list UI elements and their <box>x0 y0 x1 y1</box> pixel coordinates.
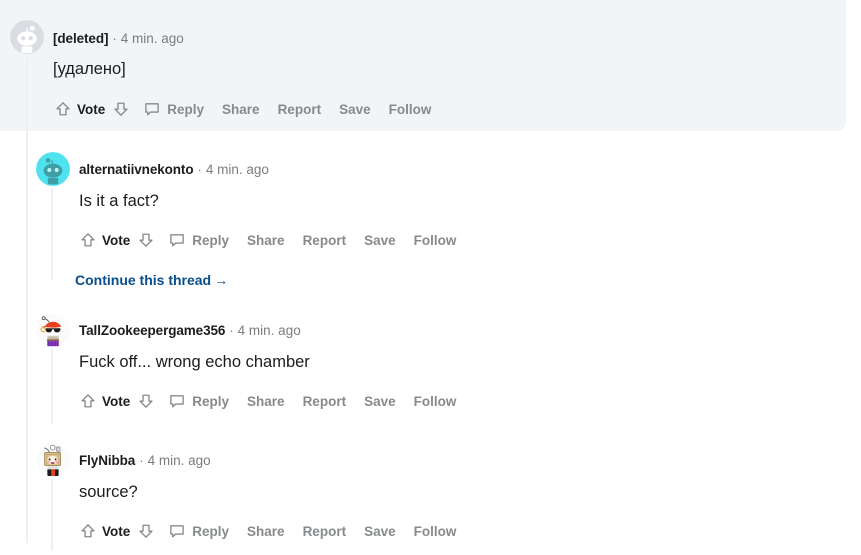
comment-timestamp: 4 min. ago <box>147 452 211 468</box>
thread-line-inner-3[interactable] <box>51 479 53 551</box>
reply-button[interactable]: Reply <box>188 233 238 248</box>
meta-separator: · <box>229 322 234 338</box>
action-bar-deleted: Vote Reply Share Report Save Follow <box>52 98 440 120</box>
comment-bubble-icon[interactable] <box>166 520 188 542</box>
meta-separator: · <box>197 161 202 177</box>
comment-body-deleted: [удалено] <box>53 60 126 78</box>
report-button[interactable]: Report <box>294 233 356 248</box>
avatar-tallzookeepergame356[interactable] <box>36 313 70 347</box>
comment-header: [deleted] · 4 min. ago <box>53 26 184 50</box>
follow-button[interactable]: Follow <box>405 394 466 409</box>
action-bar-alternatiivnekonto: Vote Reply Share Report Save Follow <box>77 229 465 251</box>
upvote-arrow-icon[interactable] <box>77 229 99 251</box>
reply-button[interactable]: Reply <box>188 394 238 409</box>
vote-count-label: Vote <box>102 393 131 409</box>
save-button[interactable]: Save <box>330 102 380 117</box>
report-button[interactable]: Report <box>294 524 356 539</box>
comment-author[interactable]: [deleted] <box>53 31 108 46</box>
arrow-right-icon: → <box>214 272 229 288</box>
comment-author[interactable]: TallZookeepergame356 <box>79 323 225 338</box>
continue-thread-link[interactable]: Continue this thread → <box>75 272 228 288</box>
downvote-arrow-icon[interactable] <box>135 520 157 542</box>
thread-line-inner-1[interactable] <box>51 188 53 280</box>
comment-timestamp: 4 min. ago <box>237 322 301 338</box>
save-button[interactable]: Save <box>355 233 405 248</box>
comment-tallzookeepergame356: TallZookeepergame356 · 4 min. ago <box>79 318 301 342</box>
share-button[interactable]: Share <box>238 524 294 539</box>
comment-deleted: [deleted] · 4 min. ago <box>53 26 184 50</box>
report-button[interactable]: Report <box>294 394 356 409</box>
comment-header: FlyNibba · 4 min. ago <box>79 448 211 472</box>
save-button[interactable]: Save <box>355 394 405 409</box>
meta-separator: · <box>112 30 117 46</box>
comment-bubble-icon[interactable] <box>166 229 188 251</box>
downvote-arrow-icon[interactable] <box>135 229 157 251</box>
comment-author[interactable]: FlyNibba <box>79 453 135 468</box>
comment-header: alternatiivnekonto · 4 min. ago <box>79 157 269 181</box>
report-button[interactable]: Report <box>269 102 331 117</box>
comment-body-tallzookeepergame356: Fuck off... wrong echo chamber <box>79 353 310 371</box>
comment-flynibba: FlyNibba · 4 min. ago <box>79 448 211 472</box>
reply-button[interactable]: Reply <box>188 524 238 539</box>
action-bar-flynibba: Vote Reply Share Report Save Follow <box>77 520 465 542</box>
avatar-flynibba[interactable] <box>36 443 70 477</box>
follow-button[interactable]: Follow <box>405 524 466 539</box>
comment-header: TallZookeepergame356 · 4 min. ago <box>79 318 301 342</box>
follow-button[interactable]: Follow <box>405 233 466 248</box>
follow-button[interactable]: Follow <box>380 102 441 117</box>
downvote-arrow-icon[interactable] <box>110 98 132 120</box>
vote-count-label: Vote <box>102 523 131 539</box>
comment-timestamp: 4 min. ago <box>205 161 269 177</box>
comment-bubble-icon[interactable] <box>166 390 188 412</box>
comment-alternatiivnekonto: alternatiivnekonto · 4 min. ago <box>79 157 269 181</box>
avatar-deleted-user[interactable] <box>10 20 44 54</box>
avatar-alternatiivnekonto[interactable] <box>36 152 70 186</box>
upvote-arrow-icon[interactable] <box>77 520 99 542</box>
meta-separator: · <box>139 452 144 468</box>
vote-count-label: Vote <box>77 101 106 117</box>
thread-line-inner-2[interactable] <box>51 349 53 424</box>
upvote-arrow-icon[interactable] <box>52 98 74 120</box>
thread-line-outer[interactable] <box>26 58 28 543</box>
share-button[interactable]: Share <box>213 102 269 117</box>
continue-thread-label: Continue this thread <box>75 272 212 288</box>
comment-body-alternatiivnekonto: Is it a fact? <box>79 192 159 210</box>
upvote-arrow-icon[interactable] <box>77 390 99 412</box>
action-bar-tallzookeepergame356: Vote Reply Share Report Save Follow <box>77 390 465 412</box>
comment-bubble-icon[interactable] <box>141 98 163 120</box>
comment-timestamp: 4 min. ago <box>120 30 184 46</box>
comment-author[interactable]: alternatiivnekonto <box>79 162 194 177</box>
save-button[interactable]: Save <box>355 524 405 539</box>
share-button[interactable]: Share <box>238 233 294 248</box>
vote-count-label: Vote <box>102 232 131 248</box>
downvote-arrow-icon[interactable] <box>135 390 157 412</box>
reddit-comment-thread: [deleted] · 4 min. ago [удалено] Vote Re… <box>0 0 861 555</box>
reply-button[interactable]: Reply <box>163 102 213 117</box>
share-button[interactable]: Share <box>238 394 294 409</box>
comment-body-flynibba: source? <box>79 483 138 501</box>
